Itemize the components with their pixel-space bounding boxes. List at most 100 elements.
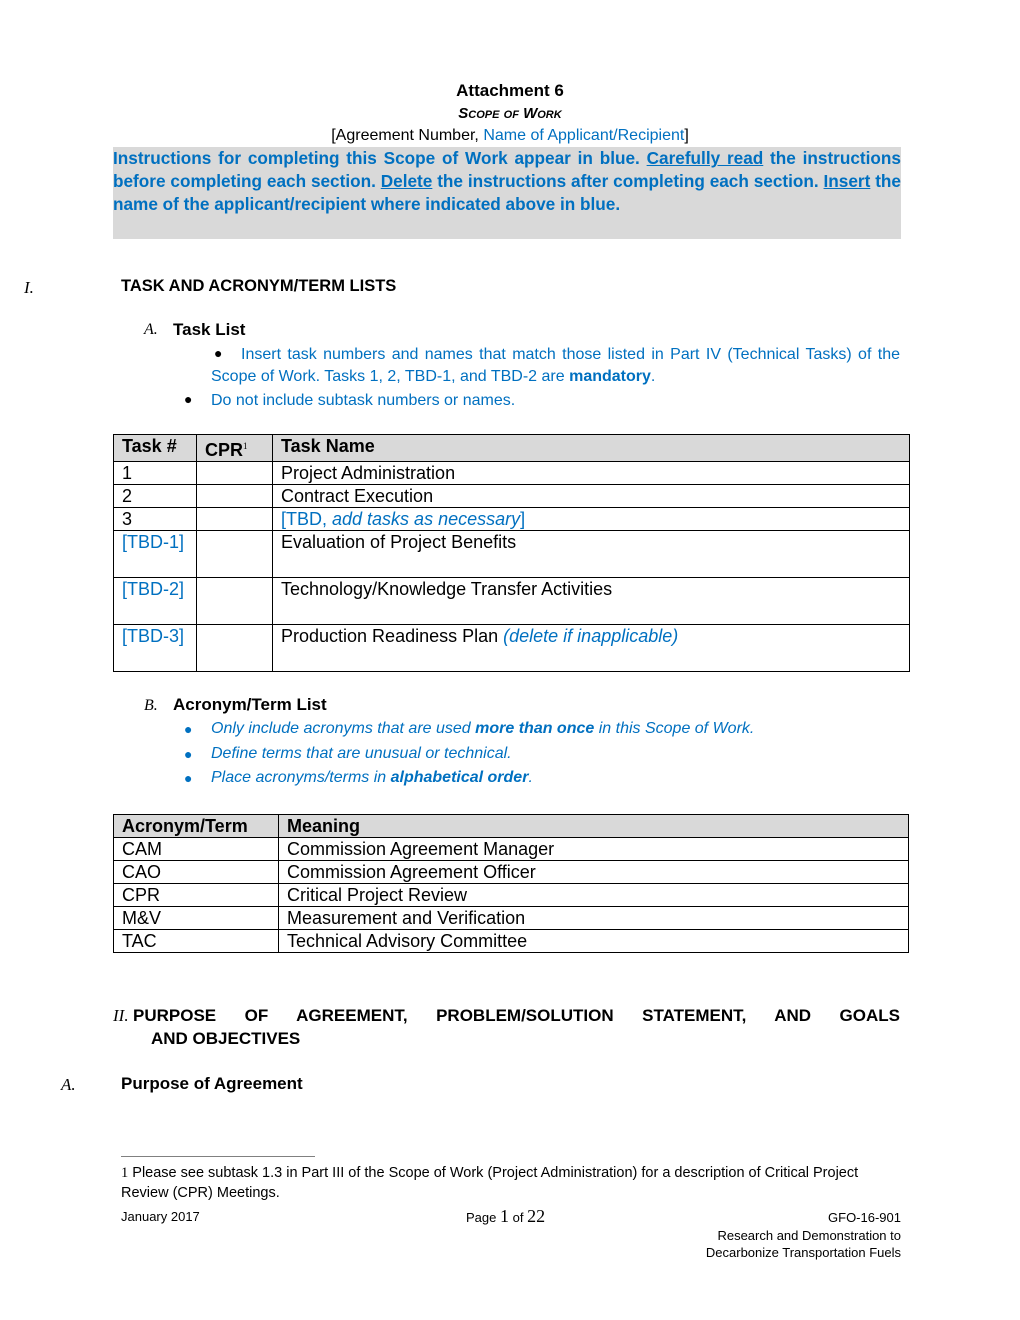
table-row: CAO Commission Agreement Officer [113,860,909,884]
cpr-cell [196,507,273,531]
cpr-header-label: CPR [205,440,244,460]
acronym-cell: CAO [113,860,279,884]
task-number-cell: 1 [113,461,197,485]
bullet-text: Place acronyms/terms in [211,769,391,786]
bullet-text: Insert task numbers and names that match… [211,346,900,385]
bullet-icon: ● [184,391,193,407]
table-row: 3 [TBD, add tasks as necessary] [113,507,910,531]
footer-solicitation: GFO-16-901 Research and Demonstration to… [706,1209,901,1262]
column-header-acronym: Acronym/Term [113,814,279,838]
acronym-cell: TAC [113,929,279,953]
instruction-bullet: Do not include subtask numbers or names. [211,392,516,409]
subsection-letter: B. [144,697,158,714]
bullet-icon: ● [184,770,193,786]
task-name-text: Production Readiness Plan [281,626,504,646]
table-row: [TBD-1] Evaluation of Project Benefits [113,530,910,578]
bullet-text-end: . [650,368,656,385]
instruction-bullet: Place acronyms/terms in alphabetical ord… [211,769,533,787]
footnote-separator [121,1156,315,1157]
task-table: Task # CPR1 Task Name 1 Project Administ… [113,434,910,672]
subsection-heading: Task List [173,320,246,339]
table-row: [TBD-3] Production Readiness Plan (delet… [113,624,910,672]
task-name-cell: Technology/Knowledge Transfer Activities [272,577,910,625]
agreement-line: [Agreement Number, Name of Applicant/Rec… [0,127,1020,145]
task-note: add tasks as necessary [332,509,521,529]
task-number-cell: [TBD-1] [113,530,197,578]
section-heading: TASK AND ACRONYM/TERM LISTS [121,277,397,295]
cpr-cell [196,624,273,672]
delete-emphasis: Delete [380,171,433,192]
footnote-ref: 1 [243,441,248,451]
bullet-icon: ● [184,746,193,762]
page-of: of [508,1210,528,1225]
footer-date: January 2017 [121,1209,200,1224]
cpr-cell [196,530,273,578]
subsection-letter: A. [61,1075,76,1094]
meaning-cell: Critical Project Review [278,883,909,907]
instruction-bullet: Define terms that are unusual or technic… [211,745,512,763]
table-header-row: Task # CPR1 Task Name [113,434,910,462]
meaning-cell: Measurement and Verification [278,906,909,930]
task-name-cell: Project Administration [272,461,910,485]
carefully-read-emphasis: Carefully read [646,148,764,168]
task-name-cell: Evaluation of Project Benefits [272,530,910,578]
task-number-cell: [TBD-2] [113,577,197,625]
solicitation-number: GFO-16-901 [828,1210,901,1225]
section-heading-line: AND OBJECTIVES [151,1029,301,1048]
table-header-row: Acronym/Term Meaning [113,814,909,838]
column-header-task-name: Task Name [272,434,910,462]
subsection-heading: Acronym/Term List [173,695,327,714]
program-name-line: Research and Demonstration to [717,1227,901,1243]
table-row: 1 Project Administration [113,461,910,485]
column-header-task-number: Task # [113,434,197,462]
cpr-cell [196,461,273,485]
task-name-cell: Production Readiness Plan (delete if ina… [272,624,910,672]
instructions-part: Instructions for completing this Scope o… [113,148,647,168]
section-heading-line: PURPOSE OF AGREEMENT, PROBLEM/SOLUTION S… [133,1006,900,1025]
column-header-cpr: CPR1 [196,434,273,462]
table-row: 2 Contract Execution [113,484,910,508]
applicant-name-placeholder: Name of Applicant/Recipient [483,127,685,144]
document-title: Attachment 6 [456,81,564,100]
agreement-close-bracket: ] [684,127,689,144]
acronym-cell: CAM [113,837,279,861]
bullet-text: Define terms that are unusual or technic… [211,745,512,762]
task-number-cell: 2 [113,484,197,508]
cpr-cell [196,484,273,508]
insert-emphasis: Insert [823,171,871,192]
instructions-text: Instructions for completing this Scope o… [113,147,901,217]
agreement-number-label: [Agreement Number, [331,127,484,144]
mandatory-emphasis: mandatory [569,368,651,385]
bullet-text-end: in this Scope of Work. [594,720,755,737]
page-label: Page [466,1210,500,1225]
footnote-text: Please see subtask 1.3 in Part III of th… [121,1165,859,1201]
task-number-cell: [TBD-3] [113,624,197,672]
page-total: 22 [527,1206,546,1226]
task-name-cell: Contract Execution [272,484,910,508]
task-number-cell: 3 [113,507,197,531]
bullet-emphasis: more than once [475,720,595,737]
meaning-cell: Commission Agreement Officer [278,860,909,884]
bullet-icon: ● [184,721,193,737]
column-header-meaning: Meaning [278,814,909,838]
section-number: II. [113,1006,129,1025]
instruction-bullet: Only include acronyms that are used more… [211,720,754,738]
instructions-box: Instructions for completing this Scope o… [113,147,901,239]
table-row: M&V Measurement and Verification [113,906,909,930]
footer-page-number: Page 1 of 22 [466,1206,545,1227]
bullet-text-end: . [528,769,533,786]
instructions-part: the instructions after completing each s… [432,171,824,192]
tbd-close: ] [520,509,526,529]
footnote: 1 Please see subtask 1.3 in Part III of … [121,1163,901,1203]
table-row: TAC Technical Advisory Committee [113,929,909,953]
acronym-cell: M&V [113,906,279,930]
task-note: (delete if inapplicable) [503,626,679,646]
subsection-letter: A. [144,321,158,338]
meaning-cell: Technical Advisory Committee [278,929,909,953]
table-row: [TBD-2] Technology/Knowledge Transfer Ac… [113,577,910,625]
bullet-text: Only include acronyms that are used [211,720,476,737]
table-row: CPR Critical Project Review [113,883,909,907]
section-heading: PURPOSE OF AGREEMENT, PROBLEM/SOLUTION S… [133,1004,900,1050]
cpr-cell [196,577,273,625]
table-row: CAM Commission Agreement Manager [113,837,909,861]
